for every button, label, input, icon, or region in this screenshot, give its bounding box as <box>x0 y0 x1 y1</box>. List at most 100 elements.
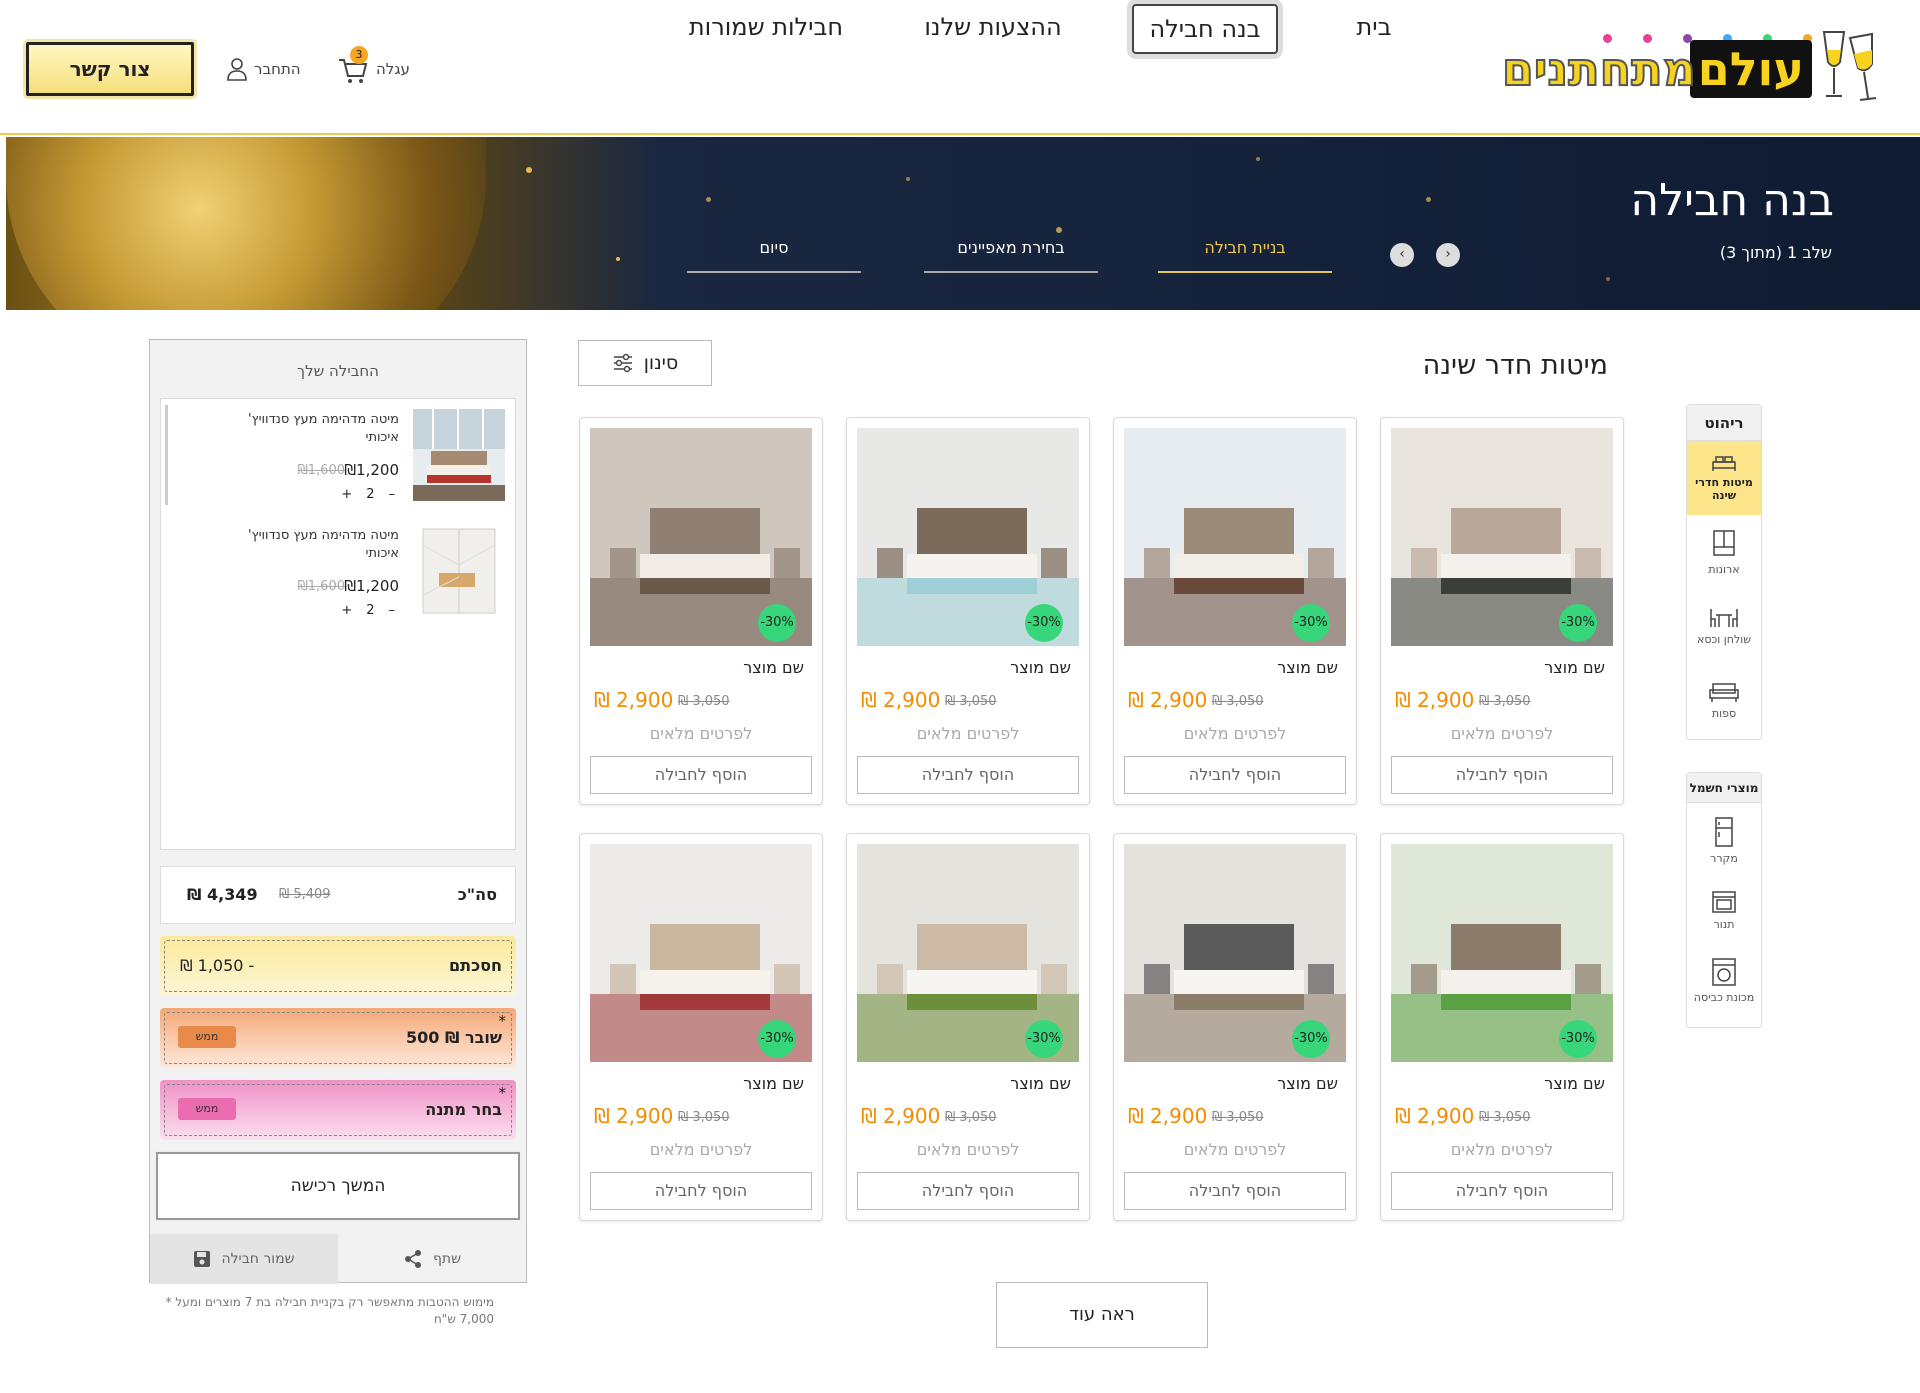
product-details-link[interactable]: לפרטים מלאים <box>1114 724 1356 743</box>
qty-plus-button[interactable]: + <box>341 487 352 502</box>
voucher-label: 500 ₪ שובר <box>405 1028 502 1047</box>
product-card[interactable]: -30% שם מוצר ₪ 2,900 ₪ 3,050 לפרטים מלאים הוס… <box>1380 417 1624 805</box>
category-label: מכונת כביסה <box>1693 990 1755 1004</box>
add-to-package-button[interactable]: הוסף לחבילה <box>1391 1172 1613 1210</box>
contact-button[interactable]: צור קשר <box>26 42 194 96</box>
category-label: שולחן וכסא <box>1696 632 1752 646</box>
category-washing-machine[interactable]: מכונת כביסה <box>1687 943 1761 1017</box>
product-name[interactable]: שם מוצר <box>1277 1074 1338 1093</box>
filter-button[interactable]: סינון <box>578 340 712 386</box>
category-fridge[interactable]: מקרר <box>1687 803 1761 877</box>
cart-label: עגלה <box>376 60 410 78</box>
add-to-package-button[interactable]: הוסף לחבילה <box>1124 756 1346 794</box>
redeem-voucher-button[interactable]: ממש <box>178 1026 236 1048</box>
discount-badge: -30% <box>1559 604 1597 642</box>
redeem-gift-button[interactable]: ממש <box>178 1098 236 1120</box>
see-more-button[interactable]: ראה עוד <box>996 1282 1208 1348</box>
discount-badge: -30% <box>1292 1020 1330 1058</box>
gift-box: * בחר מתנה ממש <box>160 1080 516 1140</box>
package-actions: שמור חבילה שתף <box>150 1234 526 1284</box>
category-oven[interactable]: תנור <box>1687 877 1761 943</box>
product-card[interactable]: -30% שם מוצר ₪ 2,900 ₪ 3,050 לפרטים מלאים הוס… <box>1113 417 1357 805</box>
nav-build-package[interactable]: בנה חבילה <box>1132 4 1278 54</box>
oven-icon <box>1712 890 1736 913</box>
category-label: ארונות <box>1708 562 1740 576</box>
product-card[interactable]: -30% שם מוצר ₪ 2,900 ₪ 3,050 לפרטים מלאים הוס… <box>579 417 823 805</box>
product-price: ₪ 2,900 <box>861 1104 941 1128</box>
savings-box: חסכתם ₪ 1,050 - <box>160 936 516 996</box>
product-details-link[interactable]: לפרטים מלאים <box>580 724 822 743</box>
login-button[interactable]: התחבר <box>226 52 301 86</box>
category-table-chairs[interactable]: שולחן וכסא <box>1687 589 1761 663</box>
category-bedroom-beds[interactable]: מיטות חדרי שינה <box>1687 441 1761 515</box>
next-step-arrow[interactable]: › <box>1436 243 1460 267</box>
page: עולם מתחתנים בית בנה חבילה ההצעות שלנו ח… <box>0 0 1920 1393</box>
product-details-link[interactable]: לפרטים מלאים <box>847 724 1089 743</box>
step-build-package[interactable]: בניית חבילה <box>1158 233 1332 273</box>
qty-minus-button[interactable]: – <box>389 487 396 502</box>
quantity-stepper: + 2 – <box>341 603 395 618</box>
package-item-old-price: ₪1,600 <box>297 463 345 478</box>
product-card[interactable]: -30% שם מוצר ₪ 2,900 ₪ 3,050 לפרטים מלאים הוס… <box>846 417 1090 805</box>
product-card[interactable]: -30% שם מוצר ₪ 2,900 ₪ 3,050 לפרטים מלאים הוס… <box>846 833 1090 1221</box>
product-details-link[interactable]: לפרטים מלאים <box>580 1140 822 1159</box>
add-to-package-button[interactable]: הוסף לחבילה <box>590 756 812 794</box>
nav-saved-packages[interactable]: חבילות שמורות <box>682 0 850 54</box>
savings-value: ₪ 1,050 - <box>180 956 255 975</box>
product-name[interactable]: שם מוצר <box>1544 658 1605 677</box>
wardrobe-icon <box>1713 529 1735 556</box>
save-package-button[interactable]: שמור חבילה <box>150 1234 338 1284</box>
total-old-price: ₪ 5,409 <box>279 887 331 902</box>
product-name[interactable]: שם מוצר <box>1544 1074 1605 1093</box>
cart-button[interactable]: 3 עגלה <box>336 46 410 86</box>
add-to-package-button[interactable]: הוסף לחבילה <box>590 1172 812 1210</box>
product-details-link[interactable]: לפרטים מלאים <box>1114 1140 1356 1159</box>
step-choose-features[interactable]: בחירת מאפיינים <box>924 233 1098 273</box>
filter-label: סינון <box>643 352 679 374</box>
product-name[interactable]: שם מוצר <box>743 1074 804 1093</box>
step-finish[interactable]: סיום <box>687 233 861 273</box>
category-wardrobes[interactable]: ארונות <box>1687 515 1761 589</box>
furniture-category-title: ריהוט <box>1687 405 1761 441</box>
hero-title: בנה חבילה <box>1630 175 1834 226</box>
product-name[interactable]: שם מוצר <box>1277 658 1338 677</box>
add-to-package-button[interactable]: הוסף לחבילה <box>857 1172 1079 1210</box>
share-label: שתף <box>432 1251 462 1267</box>
cart-count-badge: 3 <box>350 46 368 64</box>
site-logo[interactable]: עולם מתחתנים <box>1452 28 1882 104</box>
product-price: ₪ 2,900 <box>1128 688 1208 712</box>
product-price: ₪ 2,900 <box>1395 688 1475 712</box>
add-to-package-button[interactable]: הוסף לחבילה <box>1124 1172 1346 1210</box>
product-card[interactable]: -30% שם מוצר ₪ 2,900 ₪ 3,050 לפרטים מלאים הוס… <box>579 833 823 1221</box>
package-item-price: ₪1,200 <box>344 461 399 479</box>
discount-badge: -30% <box>1025 1020 1063 1058</box>
category-sofas[interactable]: ספות <box>1687 663 1761 737</box>
prev-step-arrow[interactable]: ‹ <box>1390 243 1414 267</box>
product-name[interactable]: שם מוצר <box>743 658 804 677</box>
total-value: ₪ 4,349 <box>187 885 258 904</box>
add-to-package-button[interactable]: הוסף לחבילה <box>1391 756 1613 794</box>
category-label: תנור <box>1713 917 1735 931</box>
product-details-link[interactable]: לפרטים מלאים <box>847 1140 1089 1159</box>
package-item-name: מיטה מדהימה מעץ סנדוויץ' איכותי <box>247 412 399 445</box>
product-details-link[interactable]: לפרטים מלאים <box>1381 1140 1623 1159</box>
cart-icon: 3 <box>336 46 370 86</box>
qty-plus-button[interactable]: + <box>341 603 352 618</box>
product-name[interactable]: שם מוצר <box>1010 658 1071 677</box>
share-button[interactable]: שתף <box>338 1234 526 1284</box>
nav-home[interactable]: בית <box>1334 0 1414 54</box>
checkout-button[interactable]: המשך רכישה <box>156 1152 520 1220</box>
header: עולם מתחתנים בית בנה חבילה ההצעות שלנו ח… <box>0 0 1920 135</box>
nav-our-offers[interactable]: ההצעות שלנו <box>918 0 1068 54</box>
qty-minus-button[interactable]: – <box>389 603 396 618</box>
package-items-list: מיטה מדהימה מעץ סנדוויץ' איכותי ₪1,200 ₪… <box>160 398 516 850</box>
add-to-package-button[interactable]: הוסף לחבילה <box>857 756 1079 794</box>
product-old-price: ₪ 3,050 <box>678 694 730 709</box>
sparkle <box>526 167 532 173</box>
product-card[interactable]: -30% שם מוצר ₪ 2,900 ₪ 3,050 לפרטים מלאים הוס… <box>1113 833 1357 1221</box>
product-details-link[interactable]: לפרטים מלאים <box>1381 724 1623 743</box>
discount-badge: -30% <box>758 1020 796 1058</box>
product-old-price: ₪ 3,050 <box>1212 694 1264 709</box>
product-card[interactable]: -30% שם מוצר ₪ 2,900 ₪ 3,050 לפרטים מלאים הוס… <box>1380 833 1624 1221</box>
product-name[interactable]: שם מוצר <box>1010 1074 1071 1093</box>
